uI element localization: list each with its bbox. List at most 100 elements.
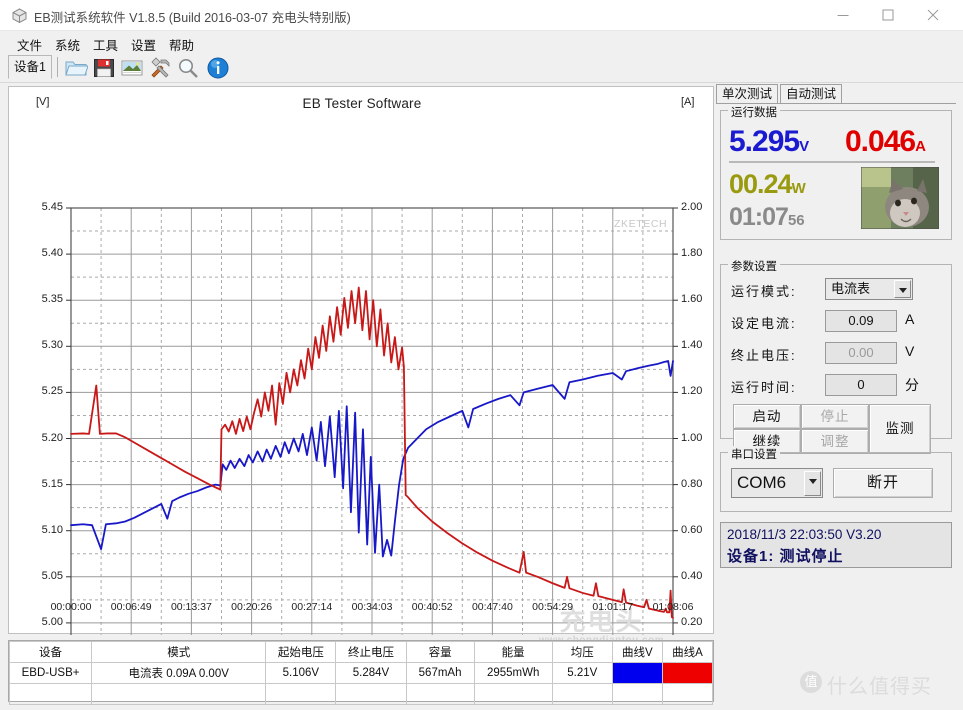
run-time-input[interactable]: 0 <box>825 374 897 396</box>
col-capacity: 容量 <box>405 641 475 663</box>
power-unit: W <box>791 180 806 197</box>
cutoff-voltage-unit: V <box>905 343 915 359</box>
x-tick: 00:00:00 <box>50 601 92 613</box>
menu-item-file[interactable]: 文件 <box>14 34 45 55</box>
y-tick-right: 1.20 <box>681 385 703 398</box>
run-time-unit: 分 <box>905 377 919 393</box>
y-tick-left: 5.10 <box>41 523 63 536</box>
curve-a-color-swatch[interactable] <box>663 663 712 683</box>
log-status: 设备1: 测试停止 <box>727 548 844 565</box>
x-axis-ticks: 00:00:00 00:06:49 00:13:37 00:20:26 00:27:14… <box>9 601 715 619</box>
x-tick: 00:06:49 <box>110 601 152 613</box>
set-current-input[interactable]: 0.09 <box>825 310 897 332</box>
col-energy: 能量 <box>473 641 553 663</box>
chevron-down-icon[interactable] <box>894 280 911 298</box>
device-tab[interactable]: 设备1 <box>8 55 52 79</box>
toolbar-separator <box>57 57 58 77</box>
power-readout: 00.24W <box>729 169 806 200</box>
close-button[interactable] <box>910 0 955 30</box>
y-tick-left: 5.35 <box>41 293 63 306</box>
current-readout: 0.046A <box>845 125 926 159</box>
smzdm-watermark: 值 什么值得买 <box>800 668 960 698</box>
col-curve-a: 曲线A <box>661 641 714 663</box>
magnifier-icon[interactable] <box>176 56 200 80</box>
menu-item-help[interactable]: 帮助 <box>166 34 197 55</box>
minimize-button[interactable] <box>820 0 865 30</box>
y-tick-right: 1.80 <box>681 247 703 260</box>
y-tick-left: 5.20 <box>41 431 63 444</box>
cutoff-voltage-input[interactable]: 0.00 <box>825 342 897 364</box>
y-tick-right: 1.60 <box>681 293 703 306</box>
y-tick-right: 0.80 <box>681 477 703 490</box>
tab-single-test[interactable]: 单次测试 <box>716 84 778 104</box>
params-group: 参数设置 运行模式: 电流表 设定电流: 0.09 A 终止电压: 0.00 V… <box>720 258 952 454</box>
y-tick-left: 5.25 <box>41 385 63 398</box>
col-curve-v: 曲线V <box>611 641 663 663</box>
y-tick-left: 5.30 <box>41 339 63 352</box>
menu-item-system[interactable]: 系统 <box>52 34 83 55</box>
mode-select[interactable]: 电流表 <box>825 278 913 300</box>
save-floppy-icon[interactable] <box>92 56 116 80</box>
tools-icon[interactable] <box>148 56 172 80</box>
app-icon <box>12 8 27 24</box>
x-tick: 00:34:03 <box>351 601 393 613</box>
com-port-value: COM6 <box>737 473 787 492</box>
chevron-down-icon[interactable] <box>804 471 821 496</box>
cell-end-voltage: 5.284V <box>335 662 407 684</box>
smzdm-watermark-text: 什么值得买 <box>827 676 932 698</box>
stop-button: 停止 <box>801 404 869 429</box>
y-tick-left: 5.05 <box>41 569 63 582</box>
chart-panel: EB Tester Software [V] [A] ZKETECH 充电头 w… <box>8 86 715 674</box>
adjust-button: 调整 <box>801 429 869 454</box>
plot-area[interactable]: ZKETECH 充电头 www.chongdiantou.com 5.455.4… <box>9 87 715 674</box>
power-value: 00.24 <box>729 169 793 199</box>
menu-item-tools[interactable]: 工具 <box>90 34 121 55</box>
x-tick: 00:20:26 <box>231 601 273 613</box>
elapsed-seconds: 56 <box>787 212 805 229</box>
maximize-button[interactable] <box>865 0 910 30</box>
y-tick-left: 5.15 <box>41 477 63 490</box>
y-tick-right: 1.40 <box>681 339 703 352</box>
serial-group: 串口设置 COM6 断开 <box>720 446 952 512</box>
cutoff-voltage-label: 终止电压: <box>731 348 797 363</box>
voltage-readout: 5.295V <box>729 125 809 159</box>
cell-avg-voltage: 5.21V <box>551 662 613 684</box>
right-panel: 单次测试 自动测试 运行数据 5.295V 0.046A 00.24W 01:0… <box>716 84 956 634</box>
table-row-empty[interactable] <box>8 683 714 705</box>
menu-bar: 文件 系统 工具 设置 帮助 <box>0 31 963 53</box>
results-table[interactable]: 设备 模式 起始电压 终止电压 容量 能量 均压 曲线V 曲线A EBD-USB… <box>8 640 714 705</box>
mode-label: 运行模式: <box>731 284 797 299</box>
runtime-group-title: 运行数据 <box>728 104 780 120</box>
tab-auto-test[interactable]: 自动测试 <box>780 84 842 104</box>
toolbar-divider <box>0 82 963 83</box>
tab-bar: 单次测试 自动测试 <box>716 84 956 104</box>
disconnect-button[interactable]: 断开 <box>833 468 933 498</box>
watermark-zketech: ZKETECH <box>614 218 668 230</box>
y-tick-right: 0.40 <box>681 569 703 582</box>
info-icon[interactable] <box>206 56 230 80</box>
folder-open-icon[interactable] <box>64 56 89 80</box>
x-tick: 00:54:29 <box>532 601 574 613</box>
cell-capacity: 567mAh <box>405 662 475 684</box>
y-tick-right: 2.00 <box>681 201 703 213</box>
cell-energy: 2955mWh <box>473 662 553 684</box>
col-end-voltage: 终止电压 <box>335 641 407 663</box>
start-button[interactable]: 启动 <box>733 404 801 429</box>
mode-select-value: 电流表 <box>831 281 871 296</box>
x-tick: 00:40:52 <box>411 601 453 613</box>
table-row[interactable]: EBD-USB+ 电流表 0.09A 0.00V 5.106V 5.284V 5… <box>8 662 714 684</box>
readout-divider <box>729 161 935 163</box>
x-tick: 00:13:37 <box>170 601 212 613</box>
picture-icon[interactable] <box>120 56 144 80</box>
menu-item-settings[interactable]: 设置 <box>128 34 159 55</box>
cell-start-voltage: 5.106V <box>265 662 337 684</box>
voltage-value: 5.295 <box>729 125 800 158</box>
status-log[interactable]: 2018/11/3 22:03:50 V3.20 设备1: 测试停止 <box>720 522 952 568</box>
plot-svg <box>66 207 678 635</box>
curve-v-color-swatch[interactable] <box>613 663 662 683</box>
monitor-button[interactable]: 监测 <box>869 404 931 454</box>
cell-mode: 电流表 0.09A 0.00V <box>91 662 267 684</box>
com-port-select[interactable]: COM6 <box>731 468 823 498</box>
voltage-unit: V <box>799 138 810 155</box>
current-value: 0.046 <box>845 125 916 158</box>
